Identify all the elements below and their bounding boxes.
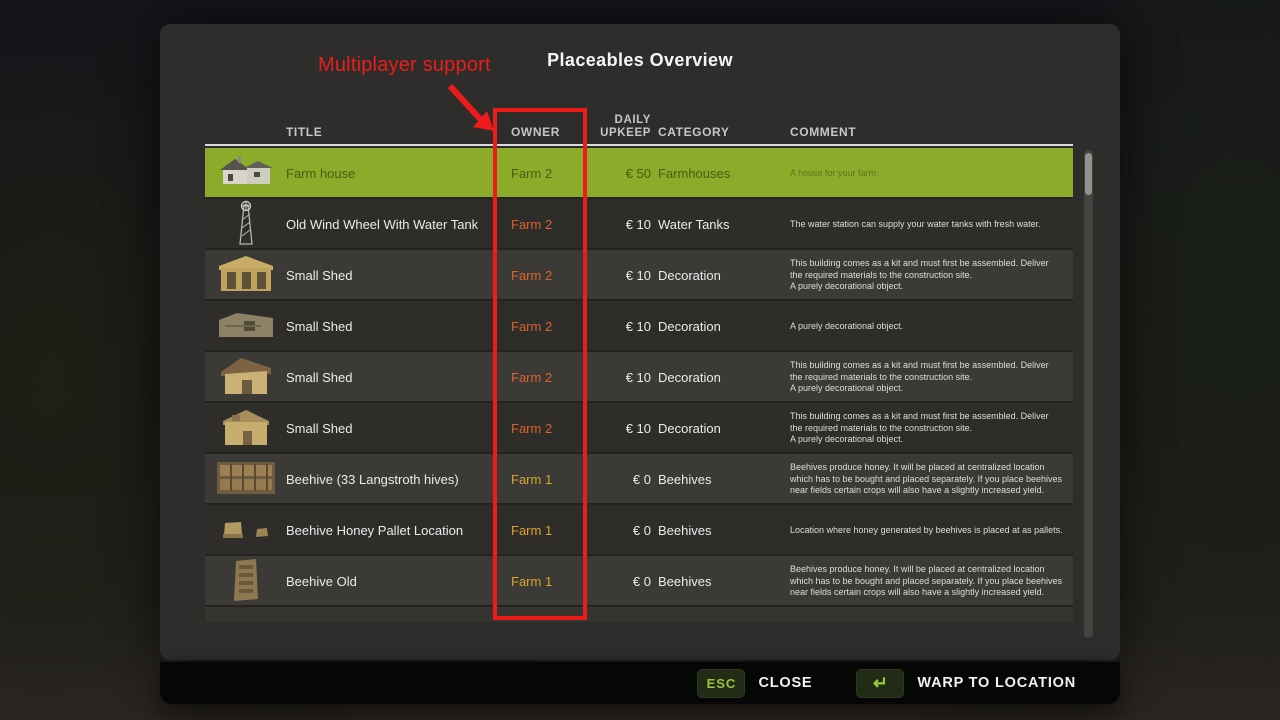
column-header-comment: COMMENT xyxy=(790,125,1073,144)
table-row[interactable]: Beehive Honey Pallet Location Farm 1 € 0… xyxy=(205,505,1073,556)
column-header-icon xyxy=(205,139,286,144)
column-header-upkeep: DAILY UPKEEP xyxy=(601,114,651,144)
upkeep-value: € 0 xyxy=(601,523,651,538)
comment-text: Beehives produce honey. It will be place… xyxy=(790,564,1073,599)
category-value: Decoration xyxy=(658,268,790,283)
shed-frame-icon xyxy=(217,254,275,297)
comment-text: Location where honey generated by beehiv… xyxy=(790,525,1073,537)
esc-key-badge: ESC xyxy=(697,669,745,698)
upkeep-value: € 10 xyxy=(601,217,651,232)
owner-value: Farm 2 xyxy=(511,319,601,334)
category-value: Water Tanks xyxy=(658,217,790,232)
warp-to-location-label: WARP TO LOCATION xyxy=(917,675,1076,691)
shed-gray-icon xyxy=(217,310,275,343)
return-arrow-icon: ↵ xyxy=(873,673,888,694)
comment-text: The water station can supply your water … xyxy=(790,219,1073,231)
comment-text: This building comes as a kit and must fi… xyxy=(790,258,1073,293)
beehive-rack-icon xyxy=(215,460,277,499)
placeable-title: Small Shed xyxy=(286,268,511,283)
table-row[interactable]: Beehive (33 Langstroth hives) Farm 1 € 0… xyxy=(205,454,1073,505)
comment-text: A purely decorational object. xyxy=(790,321,1073,333)
category-value: Decoration xyxy=(658,421,790,436)
column-header-category: CATEGORY xyxy=(658,125,790,144)
table-body: Farm house Farm 2 € 50 Farmhouses A hous… xyxy=(205,148,1073,607)
owner-value: Farm 1 xyxy=(511,574,601,589)
barn-tan-icon xyxy=(219,407,273,450)
category-value: Decoration xyxy=(658,319,790,334)
owner-value: Farm 1 xyxy=(511,472,601,487)
placeable-title: Small Shed xyxy=(286,421,511,436)
close-action[interactable]: ESC CLOSE xyxy=(697,669,812,698)
column-header-owner: OWNER xyxy=(511,125,601,144)
category-value: Decoration xyxy=(658,370,790,385)
barn-roof-icon xyxy=(219,356,273,399)
dialog-panel: Placeables Overview TITLE OWNER DAILY UP… xyxy=(160,24,1120,660)
placeable-title: Beehive Old xyxy=(286,574,511,589)
comment-text: This building comes as a kit and must fi… xyxy=(790,411,1073,446)
table-row-partial xyxy=(205,607,1073,622)
category-value: Beehives xyxy=(658,472,790,487)
owner-value: Farm 2 xyxy=(511,421,601,436)
placeable-title: Old Wind Wheel With Water Tank xyxy=(286,217,511,232)
comment-text: A house for your farm. xyxy=(790,168,1073,180)
return-key-badge: ↵ xyxy=(856,669,904,698)
upkeep-value: € 10 xyxy=(601,421,651,436)
warp-to-location-action[interactable]: ↵ WARP TO LOCATION xyxy=(856,669,1076,698)
category-value: Beehives xyxy=(658,574,790,589)
page-title: Placeables Overview xyxy=(160,50,1120,71)
close-label: CLOSE xyxy=(758,675,812,691)
upkeep-value: € 50 xyxy=(601,166,651,181)
beehive-old-icon xyxy=(230,557,262,606)
owner-value: Farm 2 xyxy=(511,166,601,181)
owner-value: Farm 2 xyxy=(511,268,601,283)
column-header-title: TITLE xyxy=(286,125,511,144)
scrollbar-thumb[interactable] xyxy=(1085,153,1092,195)
placeables-table: TITLE OWNER DAILY UPKEEP CATEGORY COMMEN… xyxy=(205,112,1073,622)
wind-wheel-icon xyxy=(235,200,257,249)
table-row[interactable]: Beehive Old Farm 1 € 0 Beehives Beehives… xyxy=(205,556,1073,607)
table-row[interactable]: Old Wind Wheel With Water Tank Farm 2 € … xyxy=(205,199,1073,250)
category-value: Beehives xyxy=(658,523,790,538)
placeable-title: Farm house xyxy=(286,166,511,181)
upkeep-value: € 0 xyxy=(601,472,651,487)
farmhouse-icon xyxy=(217,155,275,192)
owner-value: Farm 2 xyxy=(511,370,601,385)
table-row[interactable]: Small Shed Farm 2 € 10 Decoration This b… xyxy=(205,250,1073,301)
comment-text: This building comes as a kit and must fi… xyxy=(790,360,1073,395)
honey-pallet-icon xyxy=(217,518,275,543)
table-row[interactable]: Small Shed Farm 2 € 10 Decoration This b… xyxy=(205,403,1073,454)
upkeep-value: € 10 xyxy=(601,268,651,283)
upkeep-value: € 10 xyxy=(601,319,651,334)
placeable-title: Small Shed xyxy=(286,319,511,334)
placeable-title: Beehive (33 Langstroth hives) xyxy=(286,472,511,487)
placeable-title: Beehive Honey Pallet Location xyxy=(286,523,511,538)
table-row[interactable]: Small Shed Farm 2 € 10 Decoration This b… xyxy=(205,352,1073,403)
upkeep-value: € 10 xyxy=(601,370,651,385)
placeable-title: Small Shed xyxy=(286,370,511,385)
comment-text: Beehives produce honey. It will be place… xyxy=(790,462,1073,497)
table-header: TITLE OWNER DAILY UPKEEP CATEGORY COMMEN… xyxy=(205,112,1073,146)
category-value: Farmhouses xyxy=(658,166,790,181)
table-row[interactable]: Farm house Farm 2 € 50 Farmhouses A hous… xyxy=(205,148,1073,199)
table-row[interactable]: Small Shed Farm 2 € 10 Decoration A pure… xyxy=(205,301,1073,352)
scrollbar[interactable] xyxy=(1084,150,1093,638)
owner-value: Farm 1 xyxy=(511,523,601,538)
upkeep-value: € 0 xyxy=(601,574,651,589)
footer-bar: ESC CLOSE ↵ WARP TO LOCATION xyxy=(160,662,1120,704)
owner-value: Farm 2 xyxy=(511,217,601,232)
